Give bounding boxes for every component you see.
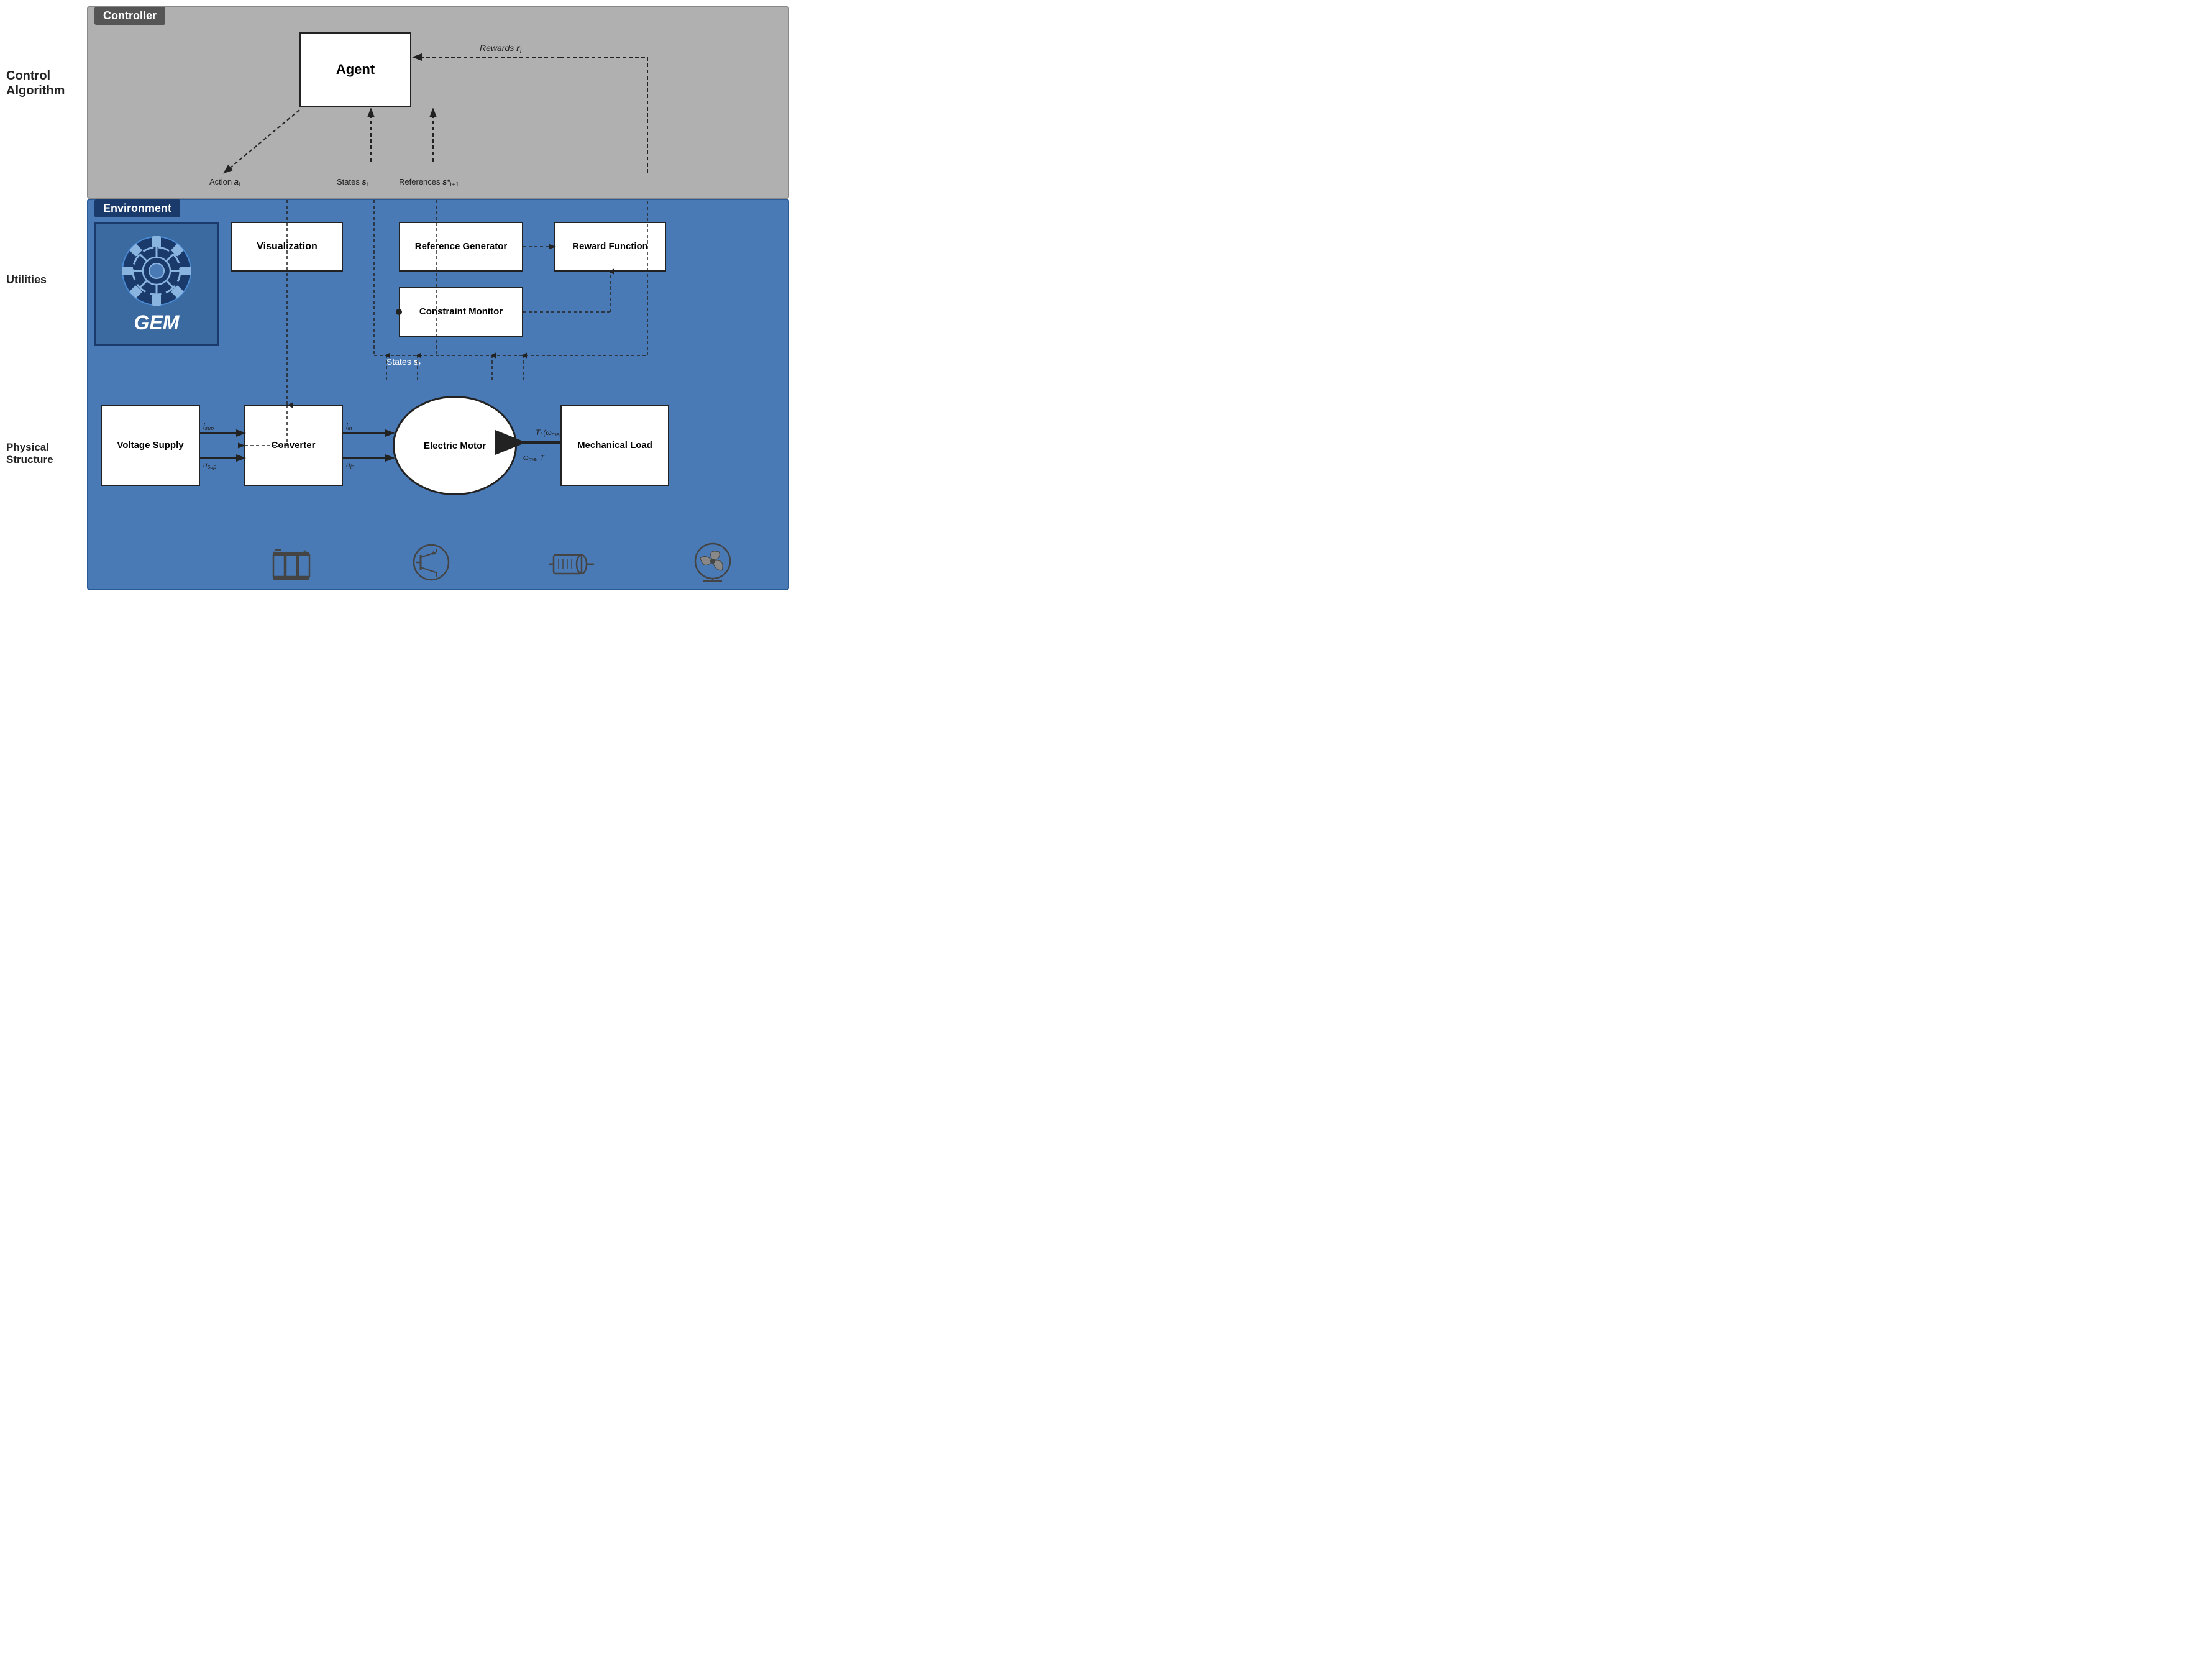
controller-section: Controller Agent Rewards rt Action at St…	[87, 6, 789, 199]
agent-box: Agent	[299, 32, 411, 107]
mechanical-load-box: Mechanical Load	[560, 405, 669, 486]
svg-text:isup: isup	[203, 422, 214, 431]
svg-text:References s*t+1: References s*t+1	[399, 177, 459, 188]
fan-icon-item	[691, 542, 734, 583]
environment-section: Environment	[87, 199, 789, 590]
battery-icon-item: + -	[272, 549, 316, 583]
svg-text:Rewards rt: Rewards rt	[480, 43, 523, 55]
voltage-supply-box: Voltage Supply	[101, 405, 200, 486]
svg-text:uin: uin	[346, 460, 355, 470]
icon-row: + -	[225, 542, 782, 583]
converter-box: Converter	[244, 405, 343, 486]
svg-text:States st: States st	[337, 177, 368, 188]
gem-text: GEM	[134, 311, 180, 334]
controller-arrows-svg: Rewards rt Action at States st Reference…	[88, 7, 788, 198]
reference-generator-box: Reference Generator	[399, 222, 523, 272]
states-mid-label: States st	[386, 357, 421, 369]
gem-icon	[119, 234, 194, 308]
motor-icon-item	[547, 546, 597, 583]
controller-label: Controller	[94, 7, 165, 25]
svg-text:iin: iin	[346, 422, 352, 431]
battery-icon: + -	[272, 549, 316, 583]
svg-text:+: +	[303, 549, 307, 556]
svg-text:TL(ωme): TL(ωme)	[536, 428, 562, 437]
main-container: Control Algorithm Utilities PhysicalStru…	[6, 6, 789, 590]
control-algorithm-label: Control Algorithm	[6, 68, 87, 98]
agent-label: Agent	[336, 62, 375, 78]
electric-motor-box: Electric Motor	[393, 396, 517, 495]
constraint-monitor-box: Constraint Monitor	[399, 287, 523, 337]
left-labels: Control Algorithm Utilities PhysicalStru…	[6, 6, 87, 590]
svg-text:Action at: Action at	[209, 177, 240, 188]
svg-text:ωme, T: ωme, T	[523, 454, 545, 462]
utilities-label: Utilities	[6, 273, 47, 287]
svg-text:usup: usup	[203, 460, 216, 470]
fan-icon	[691, 542, 734, 583]
motor-icon	[547, 546, 597, 583]
svg-text:-: -	[273, 549, 275, 556]
environment-label: Environment	[94, 199, 180, 217]
visualization-box: Visualization	[231, 222, 343, 272]
reward-function-box: Reward Function	[554, 222, 666, 272]
converter-icon-item	[409, 542, 453, 583]
transistor-icon	[409, 542, 453, 583]
physical-structure-label: PhysicalStructure	[6, 441, 53, 467]
gem-box: GEM	[94, 222, 219, 346]
